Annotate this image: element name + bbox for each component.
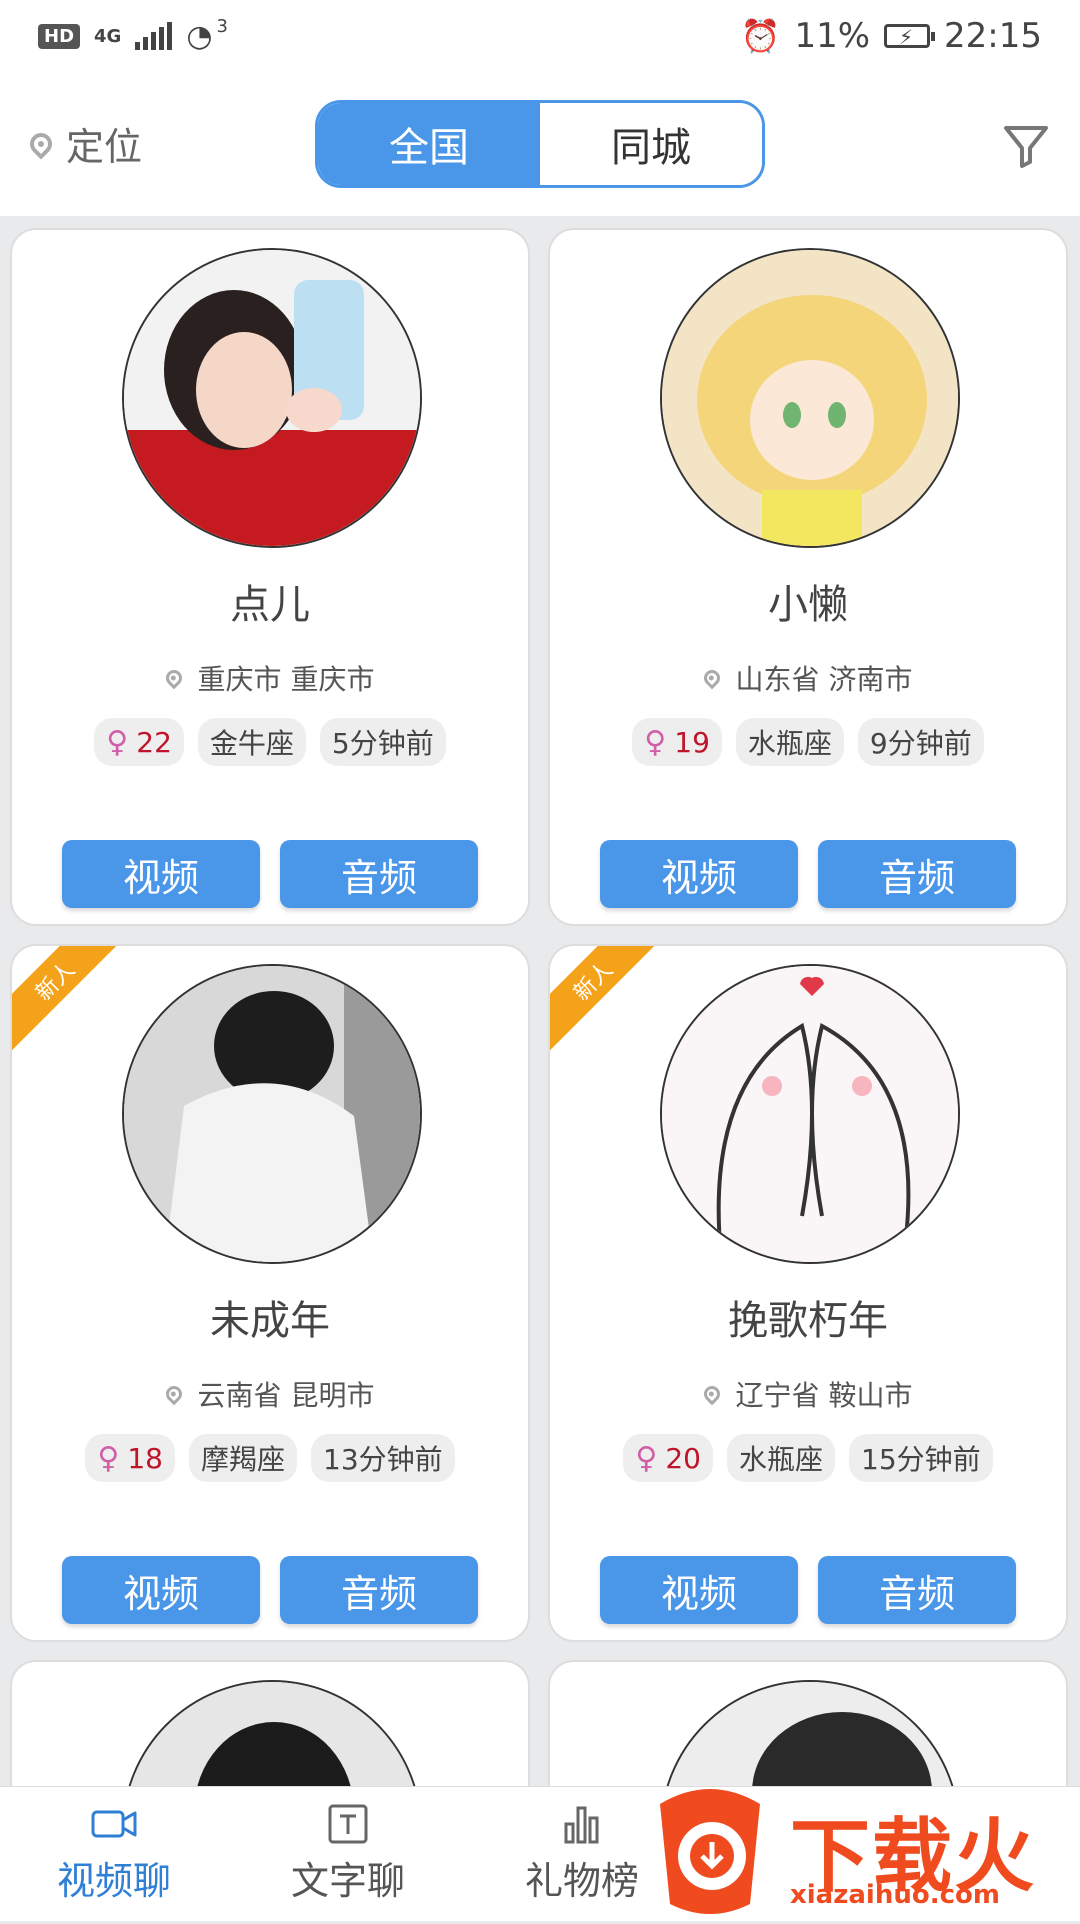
nav-text-chat[interactable]: 文字聊 xyxy=(248,1787,448,1921)
call-buttons: 视频 音频 xyxy=(550,840,1066,908)
tab-nationwide[interactable]: 全国 xyxy=(318,103,540,185)
user-tags: ♀ 22 金牛座 5分钟前 xyxy=(12,718,528,766)
location-pin-icon xyxy=(162,666,185,690)
call-buttons: 视频 音频 xyxy=(12,1556,528,1624)
status-left: HD 4G ◔ 3 xyxy=(38,15,228,54)
female-icon: ♀ xyxy=(97,1440,120,1476)
age-tag: ♀ 20 xyxy=(623,1434,713,1482)
watermark: 下载火 xiazaihuo.com xyxy=(640,1784,1080,1920)
audio-call-button[interactable]: 音频 xyxy=(280,1556,478,1624)
filter-icon[interactable] xyxy=(1002,122,1050,170)
location-pin-icon xyxy=(700,1382,723,1406)
location-text: 辽宁省 鞍山市 xyxy=(735,1379,913,1412)
user-name: 挽歌朽年 xyxy=(728,1298,888,1344)
video-call-button[interactable]: 视频 xyxy=(600,840,798,908)
age-tag: ♀ 22 xyxy=(94,718,184,766)
network-badge: 4G xyxy=(94,25,122,47)
zodiac-tag: 金牛座 xyxy=(197,718,306,766)
avatar[interactable] xyxy=(122,248,422,548)
age-value: 20 xyxy=(665,1441,701,1475)
text-icon xyxy=(328,1804,368,1843)
last-active-tag: 15分钟前 xyxy=(849,1434,993,1482)
wifi-icon: ◔ xyxy=(186,18,213,54)
signal-icon xyxy=(135,22,173,50)
user-name: 点儿 xyxy=(230,582,310,628)
alarm-icon: ⏰ xyxy=(740,17,781,55)
user-card[interactable]: 小懒 山东省 济南市 ♀ 19 水瓶座 9分钟前 视频 音频 xyxy=(548,228,1068,926)
age-tag: ♀ 18 xyxy=(85,1434,175,1482)
avatar[interactable] xyxy=(660,248,960,548)
watermark-url: xiazaihuo.com xyxy=(790,1880,1000,1910)
user-name: 未成年 xyxy=(210,1298,330,1344)
last-active-tag: 13分钟前 xyxy=(311,1434,455,1482)
call-buttons: 视频 音频 xyxy=(12,840,528,908)
tab-same-city[interactable]: 同城 xyxy=(540,103,762,185)
location-pin-icon xyxy=(162,1382,185,1406)
video-call-button[interactable]: 视频 xyxy=(62,840,260,908)
user-location: 重庆市 重庆市 xyxy=(12,658,528,698)
nav-video-chat[interactable]: 视频聊 xyxy=(14,1787,214,1921)
hd-badge: HD xyxy=(38,23,81,49)
top-bar: 定位 全国 同城 xyxy=(0,72,1080,216)
location-text: 云南省 昆明市 xyxy=(197,1379,375,1412)
battery-icon: ⚡ xyxy=(884,24,936,49)
user-card[interactable]: 点儿 重庆市 重庆市 ♀ 22 金牛座 5分钟前 视频 音频 xyxy=(10,228,530,926)
last-active-tag: 9分钟前 xyxy=(857,718,984,766)
user-tags: ♀ 20 水瓶座 15分钟前 xyxy=(550,1434,1066,1482)
age-tag: ♀ 19 xyxy=(632,718,722,766)
user-card[interactable]: 新人 挽歌朽年 辽宁省 鞍山市 ♀ 20 水瓶座 15分钟前 视频 音频 xyxy=(548,944,1068,1642)
audio-call-button[interactable]: 音频 xyxy=(818,1556,1016,1624)
nav-label: 礼物榜 xyxy=(524,1858,639,1903)
audio-call-button[interactable]: 音频 xyxy=(280,840,478,908)
new-user-ribbon: 新人 xyxy=(550,946,670,1058)
battery-percent: 11% xyxy=(794,16,871,56)
female-icon: ♀ xyxy=(644,724,667,760)
user-location: 辽宁省 鞍山市 xyxy=(550,1374,1066,1414)
audio-call-button[interactable]: 音频 xyxy=(818,840,1016,908)
location-text: 山东省 济南市 xyxy=(735,663,913,696)
location-pin-icon xyxy=(25,127,57,160)
watermark-logo-icon xyxy=(660,1789,760,1914)
clock: 22:15 xyxy=(944,16,1042,56)
age-value: 18 xyxy=(127,1441,163,1475)
video-call-button[interactable]: 视频 xyxy=(62,1556,260,1624)
user-name: 小懒 xyxy=(768,582,848,628)
location-pin-icon xyxy=(700,666,723,690)
location-text: 重庆市 重庆市 xyxy=(197,663,375,696)
video-call-button[interactable]: 视频 xyxy=(600,1556,798,1624)
user-tags: ♀ 19 水瓶座 9分钟前 xyxy=(550,718,1066,766)
status-bar: HD 4G ◔ 3 ⏰ 11% ⚡ 22:15 xyxy=(0,0,1080,72)
female-icon: ♀ xyxy=(635,1440,658,1476)
wifi-count: 3 xyxy=(216,15,228,37)
age-value: 22 xyxy=(136,725,172,759)
female-icon: ♀ xyxy=(106,724,129,760)
zodiac-tag: 水瓶座 xyxy=(735,718,844,766)
nav-label: 文字聊 xyxy=(290,1858,405,1903)
bar-chart-icon xyxy=(564,1806,599,1843)
nav-label: 视频聊 xyxy=(56,1858,171,1903)
new-user-ribbon: 新人 xyxy=(12,946,132,1058)
location-label: 定位 xyxy=(66,125,143,169)
last-active-tag: 5分钟前 xyxy=(319,718,446,766)
call-buttons: 视频 音频 xyxy=(550,1556,1066,1624)
user-location: 云南省 昆明市 xyxy=(12,1374,528,1414)
user-card[interactable]: 新人 未成年 云南省 昆明市 ♀ 18 摩羯座 13分钟前 视频 音频 xyxy=(10,944,530,1642)
age-value: 19 xyxy=(674,725,710,759)
zodiac-tag: 摩羯座 xyxy=(188,1434,297,1482)
location-button[interactable]: 定位 xyxy=(25,116,143,171)
status-right: ⏰ 11% ⚡ 22:15 xyxy=(741,16,1042,56)
region-segmented-control: 全国 同城 xyxy=(315,100,765,188)
avatar[interactable] xyxy=(660,964,960,1264)
zodiac-tag: 水瓶座 xyxy=(726,1434,835,1482)
user-location: 山东省 济南市 xyxy=(550,658,1066,698)
avatar[interactable] xyxy=(122,964,422,1264)
video-camera-icon xyxy=(91,1810,137,1837)
user-tags: ♀ 18 摩羯座 13分钟前 xyxy=(12,1434,528,1482)
